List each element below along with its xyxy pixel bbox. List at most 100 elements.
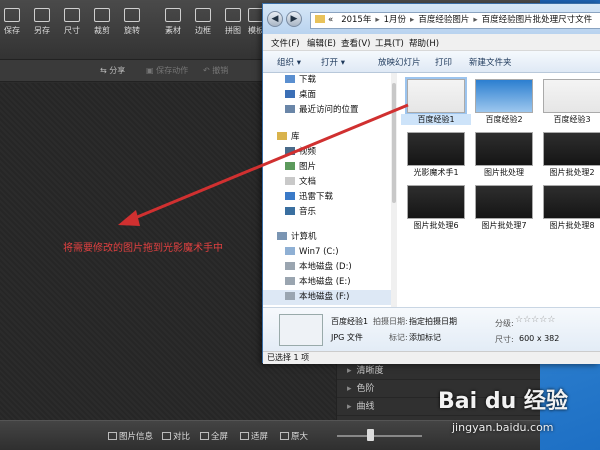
computer-icon: [277, 232, 287, 240]
address-bar[interactable]: «2015年 ▸ 1月份 ▸ 百度经验图片 ▸ 百度经验图片批处理尺寸文件: [310, 12, 600, 29]
file-item[interactable]: 图片批处理6: [401, 183, 469, 230]
file-item[interactable]: 百度经验2: [469, 77, 537, 124]
compare-button[interactable]: 对比: [162, 430, 190, 442]
download-folder-icon: [285, 192, 295, 200]
folder-icon: [315, 15, 325, 23]
back-button[interactable]: ◀: [267, 11, 283, 27]
chevron-right-icon: ▸: [473, 15, 478, 25]
star-icon: ☆: [547, 315, 556, 325]
material-icon: [165, 8, 181, 22]
menu-edit[interactable]: 编辑(E): [307, 37, 336, 49]
nav-item-libraries[interactable]: 库: [263, 130, 391, 145]
file-list: 百度经验1 百度经验2 百度经验3 光影魔术手1 图片批处理 图片批处理2 图片…: [397, 73, 600, 307]
size-label: 尺寸:: [495, 335, 514, 344]
file-item[interactable]: 百度经验1: [401, 77, 471, 125]
organize-button[interactable]: 组织 ▾: [277, 56, 301, 68]
tags-field[interactable]: 添加标记: [409, 332, 441, 343]
image-thumbnail: [475, 79, 533, 113]
nav-item-recent[interactable]: 最近访问的位置: [263, 103, 391, 118]
share-icon: ⇆: [100, 66, 110, 75]
new-folder-button[interactable]: 新建文件夹: [469, 56, 512, 68]
crop-icon: [94, 8, 110, 22]
nav-item-drive-c[interactable]: Win7 (C:): [263, 245, 391, 260]
nav-item-drive-e[interactable]: 本地磁盘 (E:): [263, 275, 391, 290]
chevron-right-icon: ▸: [410, 15, 415, 25]
image-thumbnail: [407, 132, 465, 166]
file-item[interactable]: 图片批处理7: [469, 183, 537, 230]
nav-item-pictures[interactable]: 图片: [263, 160, 391, 175]
breadcrumb-item[interactable]: 百度经验图片: [418, 15, 469, 25]
scrollbar-thumb[interactable]: [392, 83, 396, 203]
nav-item-drive-f[interactable]: 本地磁盘 (F:): [263, 290, 391, 305]
nav-item-xunlei[interactable]: 迅雷下载: [263, 190, 391, 205]
image-thumbnail: [405, 77, 467, 115]
pictures-icon: [285, 162, 295, 170]
nav-item-desktop[interactable]: 桌面: [263, 88, 391, 103]
image-thumbnail: [543, 79, 600, 113]
menu-help[interactable]: 帮助(H): [409, 37, 439, 49]
print-button[interactable]: 打印: [435, 56, 452, 68]
nav-item-videos[interactable]: 视频: [263, 145, 391, 160]
expand-arrow-icon: ▸: [347, 366, 352, 376]
resize-icon: [64, 8, 80, 22]
menu-file[interactable]: 文件(F): [271, 37, 300, 49]
open-button[interactable]: 打开 ▾: [321, 56, 345, 68]
star-icon: ☆: [523, 315, 532, 325]
file-item[interactable]: 百度经验3: [537, 77, 600, 124]
library-icon: [277, 132, 287, 140]
fit-screen-button[interactable]: 适屏: [240, 430, 268, 442]
tags-label: 标记:: [389, 333, 408, 342]
file-item[interactable]: 图片批处理2: [537, 130, 600, 177]
undo-button[interactable]: ↶ 撤销: [203, 65, 228, 76]
zoom-slider-handle[interactable]: [367, 429, 374, 441]
star-icon: ☆: [515, 315, 524, 325]
rotate-button[interactable]: 旋转: [114, 4, 150, 56]
menu-tools[interactable]: 工具(T): [375, 37, 404, 49]
file-explorer-window: ◀ ▶ «2015年 ▸ 1月份 ▸ 百度经验图片 ▸ 百度经验图片批处理尺寸文件 文件(F…: [262, 3, 600, 364]
file-item[interactable]: 图片批处理8: [537, 183, 600, 230]
share-button[interactable]: ⇆ 分享: [100, 65, 125, 76]
nav-item-drive-d[interactable]: 本地磁盘 (D:): [263, 260, 391, 275]
slideshow-button[interactable]: 放映幻灯片: [378, 56, 421, 68]
music-icon: [285, 207, 295, 215]
breadcrumb-item[interactable]: 百度经验图片批处理尺寸文件: [482, 15, 593, 25]
drive-icon: [285, 277, 295, 285]
drag-hint-text: 将需要修改的图片拖到光影魔术手中: [63, 243, 223, 254]
star-icon: ☆: [531, 315, 540, 325]
rating-stars[interactable]: ☆☆☆☆☆: [515, 315, 555, 325]
fullscreen-button[interactable]: 全屏: [200, 430, 228, 442]
nav-item-music[interactable]: 音乐: [263, 205, 391, 220]
file-item[interactable]: 图片批处理: [469, 130, 537, 177]
selected-file-type: JPG 文件: [331, 333, 363, 342]
zoom-slider[interactable]: [337, 435, 422, 437]
forward-button[interactable]: ▶: [286, 11, 302, 27]
star-icon: ☆: [539, 315, 548, 325]
menu-view[interactable]: 查看(V): [341, 37, 370, 49]
info-icon: [108, 432, 117, 440]
breadcrumb-item[interactable]: 1月份: [384, 15, 406, 25]
save-icon: [4, 8, 20, 22]
save-action-icon: ▣: [146, 66, 157, 75]
file-item[interactable]: 光影魔术手1: [401, 130, 469, 177]
image-thumbnail: [543, 132, 600, 166]
undo-icon: ↶: [203, 66, 213, 75]
nav-item-documents[interactable]: 文档: [263, 175, 391, 190]
watermark-url: jingyan.baidu.com: [452, 421, 554, 434]
date-taken-field[interactable]: 指定拍摄日期: [409, 316, 457, 327]
panel-item-clarity[interactable]: ▸ 清晰度: [337, 362, 540, 380]
command-bar: 组织 ▾ 打开 ▾ 放映幻灯片 打印 新建文件夹: [263, 51, 600, 73]
save-action-button[interactable]: ▣ 保存动作: [146, 65, 188, 76]
breadcrumb-item[interactable]: 2015年: [341, 15, 371, 25]
image-thumbnail: [543, 185, 600, 219]
drive-icon: [285, 262, 295, 270]
nav-item-computer[interactable]: 计算机: [263, 230, 391, 245]
watermark-logo: Bai du 经验: [438, 389, 568, 414]
video-icon: [285, 147, 295, 155]
date-taken-label: 拍摄日期:: [373, 317, 408, 326]
image-info-button[interactable]: 图片信息: [108, 430, 153, 442]
nav-item-downloads[interactable]: 下载: [263, 73, 391, 88]
selected-file-thumbnail: [279, 314, 323, 346]
rating-label: 分级:: [495, 319, 514, 328]
original-size-button[interactable]: 原大: [280, 430, 308, 442]
expand-arrow-icon: ▸: [347, 384, 352, 394]
